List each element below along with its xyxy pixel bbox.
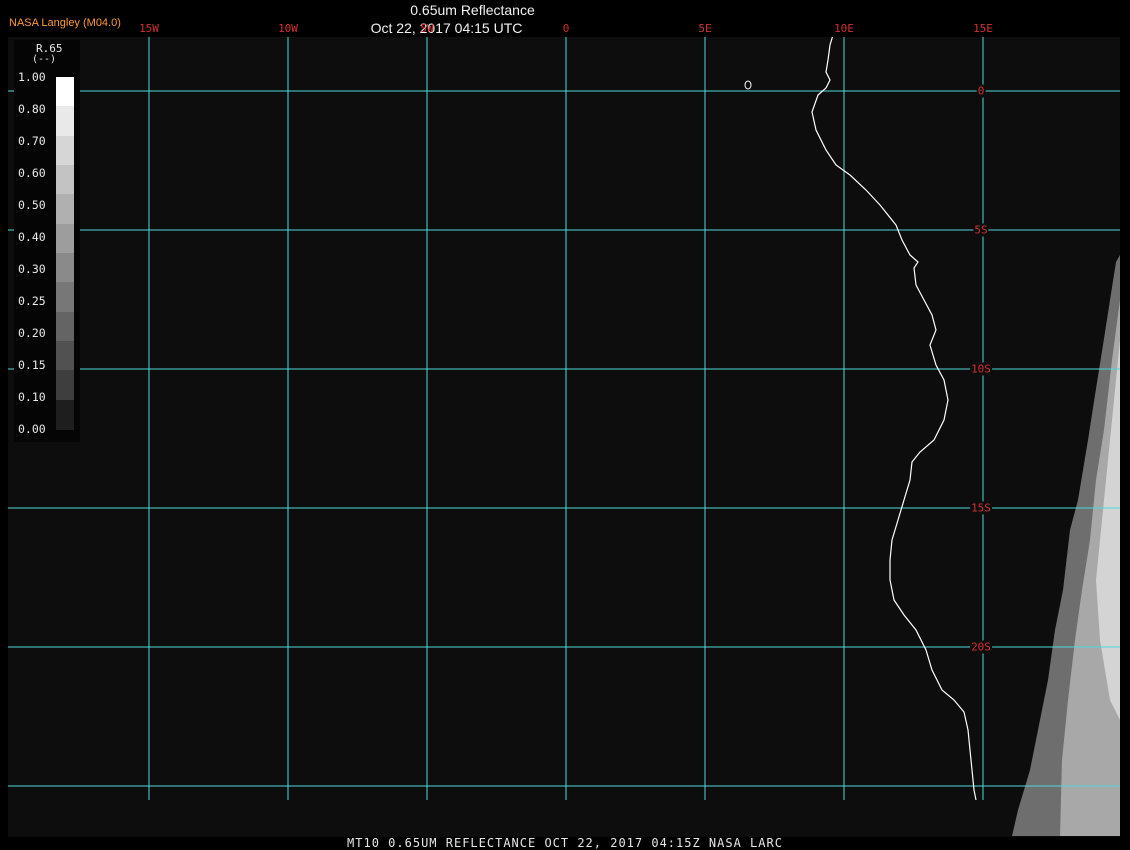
coastline-path — [811, 37, 977, 801]
colorbar-segment — [56, 341, 74, 371]
colorbar-tick-label: 0.10 — [18, 390, 46, 404]
longitude-label: 10E — [834, 22, 854, 35]
longitude-label: 15E — [973, 22, 993, 35]
colorbar-segment — [56, 77, 74, 107]
colorbar-tick-label: 0.20 — [18, 326, 46, 340]
colorbar-segment — [56, 253, 74, 283]
colorbar-tick-label: 0.25 — [18, 294, 46, 308]
colorbar-segment — [56, 194, 74, 225]
colorbar-tick-label: 0.60 — [18, 166, 46, 180]
colorbar-segment — [56, 399, 74, 430]
cloud-imagery — [1012, 255, 1120, 836]
colorbar-tick-label: 0.00 — [18, 422, 46, 436]
longitude-label: 15W — [139, 22, 159, 35]
colorbar-tick-label: 0.70 — [18, 134, 46, 148]
colorbar-tick-label: 0.40 — [18, 230, 46, 244]
longitude-label: 10W — [278, 22, 298, 35]
longitude-label: 5W — [420, 22, 434, 35]
colorbar-legend: R.65 (--) 1.00 0.80 0.70 0.60 0.50 0.40 0.30 0.… — [14, 40, 80, 442]
satellite-image-viewer: NASA Langley (M04.0) 0.65um Reflectance … — [0, 0, 1130, 850]
colorbar-unit: (--) — [32, 54, 57, 65]
colorbar-tick-label: 0.15 — [18, 358, 46, 372]
colorbar-tick-label: 1.00 — [18, 70, 46, 84]
lat-lon-grid — [8, 37, 1120, 800]
colorbar-segment — [56, 165, 74, 195]
colorbar-tick-label: 0.80 — [18, 102, 46, 116]
latitude-label: 20S — [970, 640, 992, 654]
coastline — [744, 37, 977, 801]
colorbar-segment — [56, 223, 74, 254]
colorbar-segment — [56, 370, 74, 401]
latitude-label: 5S — [973, 223, 989, 237]
colorbar-segment — [56, 311, 74, 342]
colorbar-scale — [56, 77, 74, 430]
longitude-label: 5E — [698, 22, 712, 35]
colorbar-segment — [56, 135, 74, 166]
latitude-label: 10S — [970, 362, 992, 376]
image-title: 0.65um Reflectance — [410, 2, 535, 18]
colorbar-tick-label: 0.50 — [18, 198, 46, 212]
latitude-label: 15S — [970, 501, 992, 515]
colorbar-segment — [56, 106, 74, 137]
island-outline — [744, 80, 752, 90]
map-panel[interactable] — [8, 37, 1120, 837]
footer-caption: MT10 0.65UM REFLECTANCE OCT 22, 2017 04:… — [347, 836, 783, 850]
colorbar-tick-label: 0.30 — [18, 262, 46, 276]
latitude-label: 0 — [976, 84, 986, 98]
longitude-label: 0 — [562, 22, 570, 35]
colorbar-segment — [56, 282, 74, 313]
map-canvas — [8, 37, 1120, 836]
image-timestamp: Oct 22, 2017 04:15 UTC — [370, 20, 523, 36]
